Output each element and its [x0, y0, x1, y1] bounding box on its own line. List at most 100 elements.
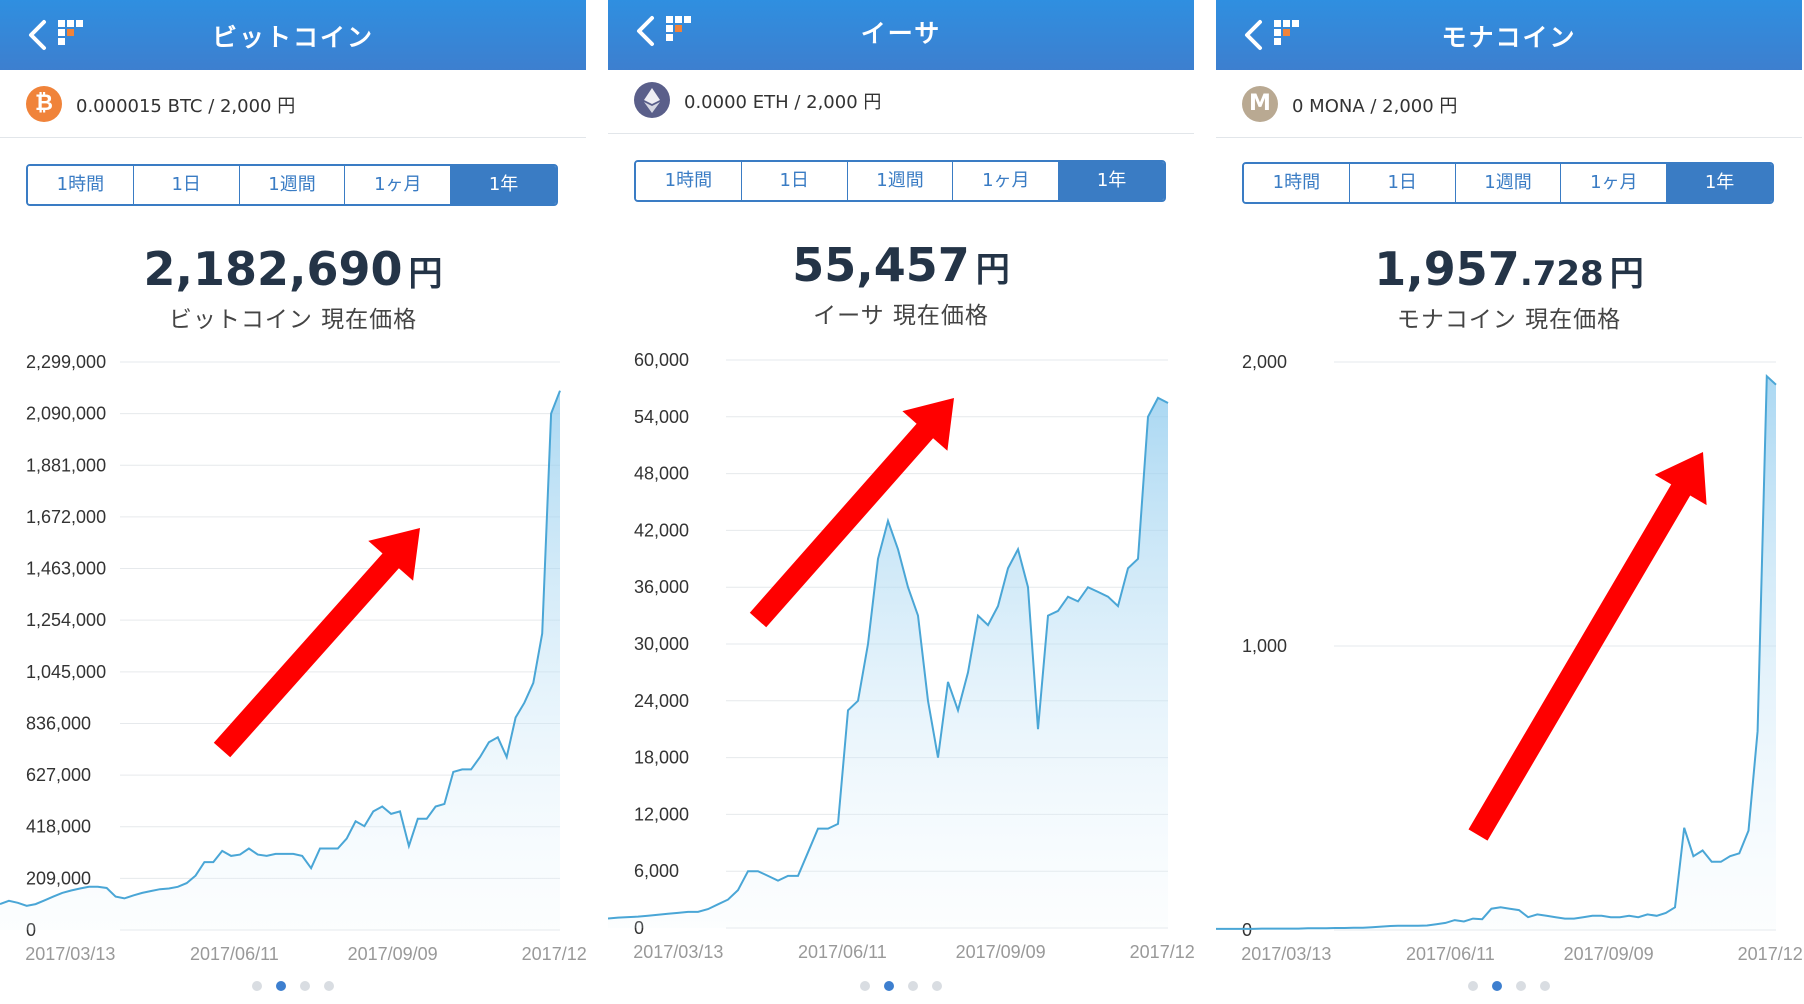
tab-1-month[interactable]: 1ヶ月: [1561, 164, 1668, 202]
holding-amount: 0.000015 BTC / 2,000 円: [76, 96, 296, 117]
tab-1-week[interactable]: 1週間: [1455, 164, 1562, 202]
price-integer: 55,457: [792, 238, 970, 292]
tab-1-month[interactable]: 1ヶ月: [953, 162, 1060, 200]
x-tick-label: 2017/06/11: [798, 942, 887, 958]
tab-1-year[interactable]: 1年: [451, 166, 556, 204]
x-tick-label: 2017/12/: [522, 944, 586, 960]
page-dot[interactable]: [300, 981, 310, 991]
page-dot[interactable]: [276, 981, 286, 991]
y-tick-label: 627,000: [26, 765, 91, 785]
tab-1-hour[interactable]: 1時間: [1244, 164, 1350, 202]
x-tick-label: 2017/12/: [1738, 944, 1802, 960]
y-tick-label: 1,254,000: [26, 610, 106, 630]
period-tabs: 1時間 1日 1週間 1ヶ月 1年: [1242, 162, 1774, 204]
price-unit: 円: [408, 254, 443, 294]
y-tick-label: 836,000: [26, 713, 91, 733]
page-dot[interactable]: [252, 981, 262, 991]
tab-1-year[interactable]: 1年: [1667, 164, 1772, 202]
y-tick-label: 30,000: [634, 634, 689, 654]
y-tick-label: 42,000: [634, 520, 689, 540]
y-tick-label: 6,000: [634, 861, 679, 881]
y-tick-label: 209,000: [26, 868, 91, 888]
y-tick-label: 36,000: [634, 577, 689, 597]
bitcoin-icon: ₿: [26, 86, 62, 122]
period-tabs: 1時間 1日 1週間 1ヶ月 1年: [26, 164, 558, 206]
divider: [1216, 137, 1802, 138]
divider: [608, 133, 1194, 134]
page-indicator: [608, 976, 1194, 995]
panel-ethereum: イーサ 0.0000 ETH / 2,000 円 1時間 1日 1週間 1ヶ月 …: [608, 0, 1194, 1004]
y-tick-label: 1,672,000: [26, 507, 106, 527]
y-tick-label: 418,000: [26, 817, 91, 837]
y-tick-label: 1,463,000: [26, 559, 106, 579]
y-tick-label: 1,881,000: [26, 455, 106, 475]
x-tick-label: 2017/06/11: [1406, 944, 1495, 960]
page-dot[interactable]: [1540, 981, 1550, 991]
x-tick-label: 2017/06/11: [190, 944, 279, 960]
tab-1-hour[interactable]: 1時間: [636, 162, 742, 200]
page-indicator: [1216, 976, 1802, 995]
x-tick-label: 2017/09/09: [956, 942, 1046, 958]
tab-1-year[interactable]: 1年: [1059, 162, 1164, 200]
divider: [0, 137, 586, 138]
page-dot[interactable]: [1468, 981, 1478, 991]
x-tick-label: 2017/03/13: [633, 942, 723, 958]
red-arrow-annotation: [749, 398, 954, 628]
current-price: 1,957.728 円: [1216, 242, 1802, 296]
x-tick-label: 2017/12/: [1130, 942, 1194, 958]
price-chart: 01,0002,0002017/03/13 2017/06/11 2017/09/0…: [1216, 352, 1802, 960]
price-chart: 0209,000418,000627,000836,0001,045,0001,…: [0, 352, 586, 960]
y-tick-label: 2,090,000: [26, 404, 106, 424]
header-title: モナコイン: [1441, 23, 1577, 52]
holding-row: 0.0000 ETH / 2,000 円: [634, 82, 1174, 118]
x-tick-label: 2017/03/13: [1241, 944, 1331, 960]
price-unit: 円: [975, 250, 1010, 290]
header-title: イーサ: [860, 19, 942, 48]
tab-1-month[interactable]: 1ヶ月: [345, 166, 452, 204]
header-bar: モナコイン: [1216, 0, 1802, 70]
x-tick-label: 2017/03/13: [25, 944, 115, 960]
price-label: イーサ 現在価格: [813, 303, 989, 329]
tab-1-day[interactable]: 1日: [741, 162, 848, 200]
y-tick-label: 1,000: [1242, 636, 1287, 656]
red-arrow-annotation: [213, 528, 420, 758]
panel-bitcoin: ビットコイン ₿ 0.000015 BTC / 2,000 円 1時間 1日 1…: [0, 0, 586, 1004]
period-tabs: 1時間 1日 1週間 1ヶ月 1年: [634, 160, 1166, 202]
y-tick-label: 1,045,000: [26, 662, 106, 682]
page-dot[interactable]: [1516, 981, 1526, 991]
y-tick-label: 54,000: [634, 407, 689, 427]
page-indicator: [0, 976, 586, 995]
page-dot[interactable]: [884, 981, 894, 991]
tab-1-week[interactable]: 1週間: [239, 166, 346, 204]
y-tick-label: 48,000: [634, 464, 689, 484]
y-tick-label: 2,000: [1242, 352, 1287, 372]
y-tick-label: 12,000: [634, 804, 689, 824]
price-label: モナコイン 現在価格: [1396, 307, 1622, 333]
tab-1-week[interactable]: 1週間: [847, 162, 954, 200]
y-tick-label: 2,299,000: [26, 352, 106, 372]
panel-monacoin: モナコイン M 0 MONA / 2,000 円 1時間 1日 1週間 1ヶ月 …: [1216, 0, 1802, 1004]
y-tick-label: 18,000: [634, 748, 689, 768]
price-integer: 2,182,690: [143, 242, 403, 296]
holding-amount: 0.0000 ETH / 2,000 円: [684, 92, 882, 113]
holding-row: ₿ 0.000015 BTC / 2,000 円: [26, 86, 566, 122]
price-decimal: .728: [1519, 254, 1604, 294]
header-title: ビットコイン: [211, 23, 374, 52]
page-dot[interactable]: [908, 981, 918, 991]
ethereum-glyph: [644, 88, 660, 113]
header-bar: イーサ: [608, 0, 1194, 70]
current-price: 2,182,690 円: [0, 242, 586, 296]
price-integer: 1,957: [1374, 242, 1520, 296]
monacoin-icon: M: [1242, 86, 1278, 122]
price-label: ビットコイン 現在価格: [168, 307, 418, 333]
page-dot[interactable]: [324, 981, 334, 991]
tab-1-day[interactable]: 1日: [133, 166, 240, 204]
tab-1-hour[interactable]: 1時間: [28, 166, 134, 204]
page-dot[interactable]: [1492, 981, 1502, 991]
page-dot[interactable]: [932, 981, 942, 991]
x-tick-label: 2017/09/09: [1564, 944, 1654, 960]
tab-1-day[interactable]: 1日: [1349, 164, 1456, 202]
price-chart: 06,00012,00018,00024,00030,00036,00042,0…: [608, 350, 1194, 958]
price-unit: 円: [1609, 254, 1644, 294]
page-dot[interactable]: [860, 981, 870, 991]
